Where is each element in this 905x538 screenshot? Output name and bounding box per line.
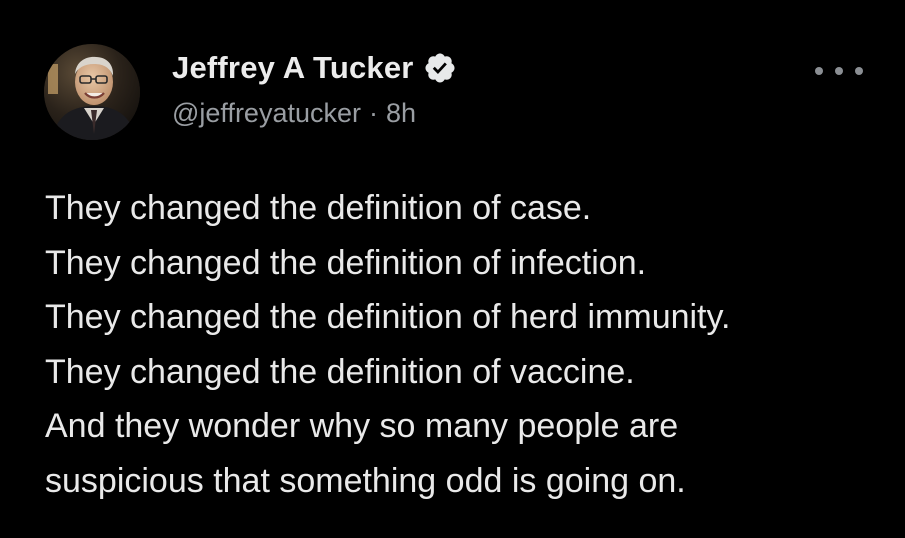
more-dot [835,67,843,75]
avatar-image [44,44,140,140]
tweet-line: They changed the definition of herd immu… [45,298,731,336]
tweet-timestamp[interactable]: 8h [386,98,416,129]
more-options-icon[interactable] [815,62,863,80]
meta-separator: · [369,98,378,128]
author-meta-row: @jeffreyatucker · 8h [172,98,416,129]
author-handle[interactable]: @jeffreyatucker [172,98,361,129]
tweet-line: They changed the definition of infection… [45,243,647,282]
more-dot [855,67,863,75]
tweet-text: They changed the definition of case. The… [45,181,895,508]
verified-badge-icon [423,51,457,85]
tweet-line: suspicious that something odd is going o… [45,461,686,500]
tweet-card: Jeffrey A Tucker @jeffreyatucker · 8h They… [0,0,905,538]
author-avatar[interactable] [44,44,140,140]
tweet-line: They changed the definition of vaccine. [45,352,635,391]
author-name-row: Jeffrey A Tucker [172,50,457,86]
tweet-line: They changed the definition of case. [45,189,592,227]
tweet-line: And they wonder why so many people are [45,407,679,445]
author-display-name[interactable]: Jeffrey A Tucker [172,50,414,86]
more-dot [815,67,823,75]
